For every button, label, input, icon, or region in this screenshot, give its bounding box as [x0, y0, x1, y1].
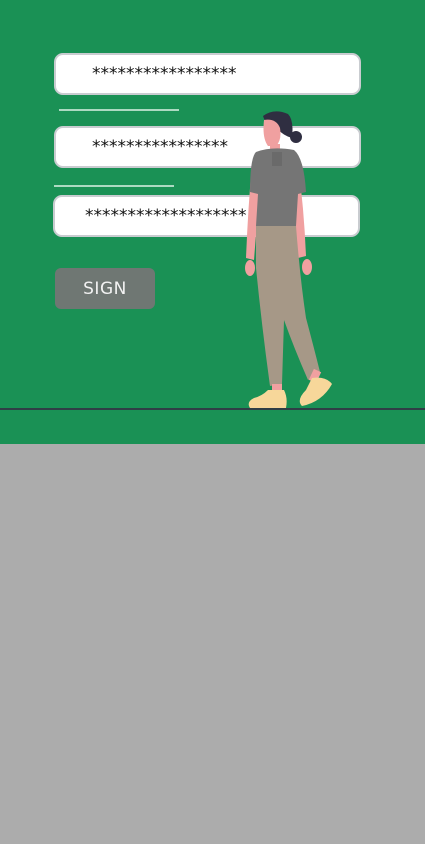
password-field-1[interactable]: ***************** [54, 53, 361, 95]
ground-line [0, 408, 425, 410]
field-divider-2 [54, 185, 174, 187]
walking-woman-illustration [245, 111, 332, 408]
field-divider-1 [59, 109, 179, 111]
sign-button[interactable]: SIGN [55, 268, 155, 309]
